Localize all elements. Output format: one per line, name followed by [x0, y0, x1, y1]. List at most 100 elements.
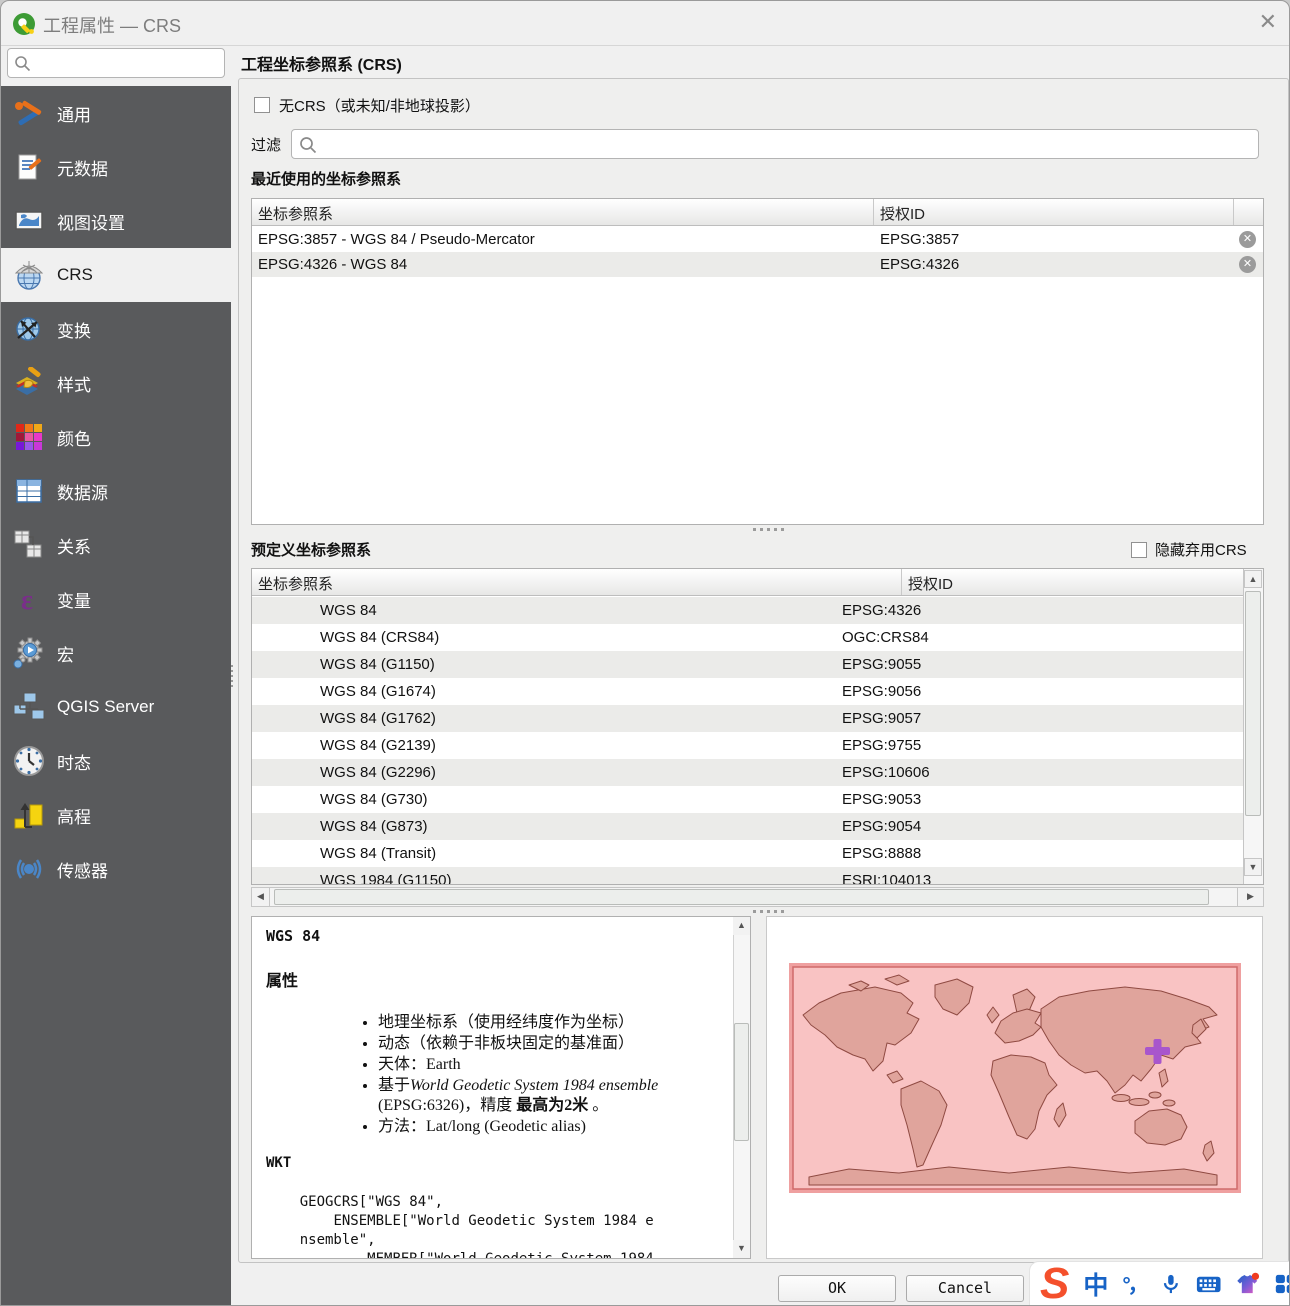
crs-auth: EPSG:9054 [834, 818, 921, 835]
sidebar-item-label: 样式 [57, 371, 91, 396]
elevation-icon [11, 797, 47, 833]
skin-shirt-icon[interactable] [1235, 1271, 1260, 1298]
sidebar-item-macros[interactable]: 宏 [1, 626, 231, 680]
crs-auth: EPSG:10606 [834, 764, 930, 781]
sensor-icon [11, 851, 47, 887]
scroll-down-button[interactable]: ▼ [733, 1240, 750, 1258]
scroll-right-button[interactable]: ▶ [1237, 888, 1263, 906]
sidebar-item-view-settings[interactable]: 视图设置 [1, 194, 231, 248]
crs-name: WGS 84 (G1150) [252, 656, 834, 673]
predefined-crs-table: 坐标参照系 授权ID WGS 84EPSG:4326 WGS 84 (CRS84… [251, 568, 1264, 885]
sidebar-splitter-handle[interactable] [229, 665, 234, 691]
recent-crs-name: EPSG:3857 - WGS 84 / Pseudo-Mercator [252, 231, 874, 248]
sidebar-item-label: 通用 [57, 101, 91, 126]
sogou-logo-icon[interactable]: S [1040, 1264, 1069, 1304]
sidebar-item-label: 高程 [57, 803, 91, 828]
table-row[interactable]: EPSG:3857 - WGS 84 / Pseudo-Mercator EPS… [252, 227, 1263, 252]
remove-crs-icon[interactable]: ✕ [1239, 256, 1256, 273]
sidebar-item-label: 时态 [57, 749, 91, 774]
wkt-heading: WKT [266, 1155, 721, 1171]
sidebar-item-sensors[interactable]: 传感器 [1, 842, 231, 896]
sidebar-item-variables[interactable]: ε 变量 [1, 572, 231, 626]
ime-punctuation-toggle[interactable]: °， [1122, 1269, 1145, 1299]
qgis-logo-icon [11, 11, 37, 37]
epsilon-icon: ε [11, 581, 47, 617]
ime-language-toggle[interactable]: 中 [1083, 1266, 1108, 1302]
hide-deprecated-checkbox[interactable] [1131, 542, 1147, 558]
settings-search-input[interactable] [7, 48, 225, 78]
table-row[interactable]: WGS 84 (G1674)EPSG:9056 [252, 678, 1263, 705]
keyboard-icon[interactable] [1196, 1272, 1221, 1296]
predefined-table-header: 坐标参照系 授权ID [252, 569, 1263, 596]
horizontal-scrollbar[interactable]: ◀ ▶ [251, 887, 1264, 907]
section-splitter-handle[interactable] [736, 908, 800, 914]
sidebar-item-qgis-server[interactable]: QGIS Server [1, 680, 231, 734]
sidebar-item-label: 传感器 [57, 857, 108, 882]
filter-input[interactable] [291, 129, 1259, 159]
sidebar-item-relations[interactable]: 关系 [1, 518, 231, 572]
property-item: 方法：Lat/long (Geodetic alias) [378, 1117, 721, 1137]
table-row[interactable]: WGS 84 (Transit)EPSG:8888 [252, 840, 1263, 867]
crs-name: WGS 84 (CRS84) [252, 629, 834, 646]
scrollbar-thumb[interactable] [1245, 591, 1261, 816]
table-row[interactable]: WGS 84 (G1150)EPSG:9055 [252, 651, 1263, 678]
no-crs-checkbox[interactable] [254, 97, 270, 113]
table-row[interactable]: WGS 84 (G1762)EPSG:9057 [252, 705, 1263, 732]
ime-toolbar: S 中 °， [1029, 1261, 1290, 1306]
no-crs-row: 无CRS（或未知/非地球投影） [254, 95, 480, 115]
transform-globe-icon [11, 311, 47, 347]
column-header-crs[interactable]: 坐标参照系 [252, 569, 902, 595]
crs-name: WGS 84 (G873) [252, 818, 834, 835]
sidebar-item-style[interactable]: 样式 [1, 356, 231, 410]
table-row[interactable]: WGS 84 (CRS84)OGC:CRS84 [252, 624, 1263, 651]
column-header-auth-id[interactable]: 授权ID [902, 569, 1263, 595]
table-row[interactable]: WGS 1984 (G1150)ESRI:104013 [252, 867, 1263, 885]
cancel-button[interactable]: Cancel [906, 1275, 1024, 1302]
scroll-up-button[interactable]: ▲ [1244, 570, 1262, 588]
crs-detail-name: WGS 84 [266, 927, 721, 945]
column-header-auth-id[interactable]: 授权ID [874, 199, 1234, 225]
recent-table-header: 坐标参照系 授权ID [252, 199, 1263, 226]
recent-crs-table: 坐标参照系 授权ID EPSG:3857 - WGS 84 / Pseudo-M… [251, 198, 1264, 525]
sidebar-item-label: 视图设置 [57, 209, 125, 234]
sidebar-item-metadata[interactable]: 元数据 [1, 140, 231, 194]
column-header-crs[interactable]: 坐标参照系 [252, 199, 874, 225]
microphone-icon[interactable] [1160, 1272, 1182, 1296]
sidebar-item-colors[interactable]: 颜色 [1, 410, 231, 464]
section-splitter-handle[interactable] [736, 526, 800, 532]
recent-crs-name: EPSG:4326 - WGS 84 [252, 256, 874, 273]
metadata-icon [11, 149, 47, 185]
table-row[interactable]: WGS 84 (G873)EPSG:9054 [252, 813, 1263, 840]
sidebar-item-label: 变量 [57, 587, 91, 612]
table-row[interactable]: WGS 84 (G2296)EPSG:10606 [252, 759, 1263, 786]
scrollbar-thumb[interactable] [734, 1023, 749, 1141]
ime-grid-menu-icon[interactable] [1274, 1272, 1290, 1296]
scrollbar-thumb[interactable] [274, 889, 1209, 905]
window-title: 工程属性 — CRS [43, 12, 181, 38]
table-row[interactable]: EPSG:4326 - WGS 84 EPSG:4326 ✕ [252, 252, 1263, 277]
ok-button[interactable]: OK [778, 1275, 896, 1302]
filter-label: 过滤 [251, 134, 281, 155]
gear-play-icon [11, 635, 47, 671]
table-row[interactable]: WGS 84 (G2139)EPSG:9755 [252, 732, 1263, 759]
sidebar-item-general[interactable]: 通用 [1, 86, 231, 140]
crs-properties-list: 地理坐标系（使用经纬度作为坐标） 动态（依赖于非板块固定的基准面） 天体：Ear… [378, 1013, 721, 1137]
sidebar-item-temporal[interactable]: 时态 [1, 734, 231, 788]
remove-crs-icon[interactable]: ✕ [1239, 231, 1256, 248]
search-icon [299, 136, 317, 154]
table-row[interactable]: WGS 84 (G730)EPSG:9053 [252, 786, 1263, 813]
sidebar-item-label: 数据源 [57, 479, 108, 504]
svg-text:ε: ε [21, 585, 33, 615]
sidebar-item-crs[interactable]: CRS [1, 248, 231, 302]
close-icon[interactable]: ✕ [1259, 9, 1277, 35]
scroll-down-button[interactable]: ▼ [1244, 858, 1262, 876]
table-row[interactable]: WGS 84EPSG:4326 [252, 597, 1263, 624]
search-icon [14, 55, 31, 72]
sidebar-item-elevation[interactable]: 高程 [1, 788, 231, 842]
sidebar-item-data-sources[interactable]: 数据源 [1, 464, 231, 518]
scroll-up-button[interactable]: ▲ [733, 917, 750, 935]
title-bar: 工程属性 — CRS ✕ [1, 1, 1290, 46]
scroll-left-button[interactable]: ◀ [252, 888, 270, 906]
crs-auth: EPSG:9755 [834, 737, 921, 754]
sidebar-item-transform[interactable]: 变换 [1, 302, 231, 356]
